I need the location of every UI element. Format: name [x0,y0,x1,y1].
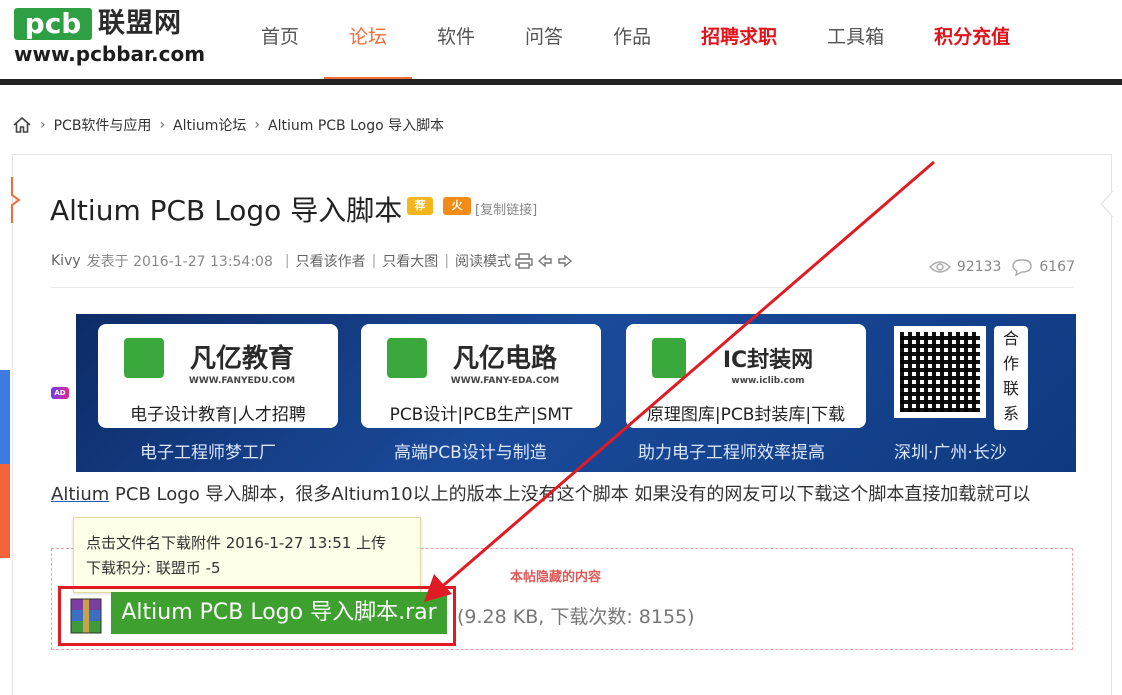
nav-recharge[interactable]: 积分充值 [909,0,1035,80]
home-icon[interactable] [12,115,32,135]
tooltip-line-2: 下载积分: 联盟币 -5 [86,559,221,577]
ad-caption: 电子工程师梦工厂 [140,443,276,463]
ad-caption: 深圳·广州·长沙 [894,443,1007,463]
post-card: Altium PCB Logo 导入脚本 荐 火 [复制链接] Kivy 发表于… [11,154,1113,695]
reply-count: 6167 [1039,259,1075,275]
attachment-tooltip: 点击文件名下载附件 2016-1-27 13:51 上传 下载积分: 联盟币 -… [73,517,421,593]
recommend-badge: 荐 [407,197,433,215]
nav-toolbox[interactable]: 工具箱 [802,0,909,80]
next-thread-icon[interactable] [557,253,573,269]
ad-sub: PCB设计|PCB生产|SMT [389,405,573,425]
side-tab-orange[interactable] [0,464,10,558]
copy-link[interactable]: [复制链接] [475,199,537,218]
nav-jobs[interactable]: 招聘求职 [676,0,802,80]
post-stats: 92133 6167 [928,258,1075,276]
post-date: 发表于 2016-1-27 13:54:08 [86,254,273,270]
prev-thread-icon[interactable] [537,253,553,269]
comment-icon [1012,259,1033,276]
separator: | [284,253,290,269]
ad-caption: 助力电子工程师效率提高 [638,443,825,463]
ad-sub: 电子设计教育|人才招聘 [130,405,306,425]
contact-label: 合 作 联 系 [994,326,1028,430]
ad-domain: www.iclib.com [731,376,805,386]
logo-mark: pcb [14,8,92,40]
ad-banner[interactable]: 凡亿教育 WWW.FANYEDU.COM 电子设计教育|人才招聘 电子工程师梦工… [76,314,1076,472]
side-tab-blue[interactable] [0,370,10,464]
header-divider [0,79,1122,85]
print-icon[interactable] [515,253,533,269]
chevron-right-icon: › [40,117,46,133]
nav-qa[interactable]: 问答 [500,0,588,80]
hot-badge: 火 [443,197,471,215]
hidden-content-label: 本帖隐藏的内容 [510,570,602,585]
ad-brand: 凡亿电路 [452,344,557,374]
contact-char: 作 [1002,354,1019,373]
post-title: Altium PCB Logo 导入脚本 [50,194,403,227]
main-nav: 首页 论坛 软件 问答 作品 招聘求职 工具箱 积分充值 [236,0,1035,80]
qr-code [894,326,986,418]
breadcrumb-item[interactable]: Altium PCB Logo 导入脚本 [268,115,444,135]
site-logo[interactable]: pcb 联盟网 www.pcbbar.com [14,8,206,68]
ad-brand: 凡亿教育 [189,344,294,374]
breadcrumb-item[interactable]: PCB软件与应用 [54,115,152,135]
only-big-image-link[interactable]: 只看大图 [382,251,438,271]
ad-tag: AD [51,387,69,399]
card-notch-right [1100,191,1113,217]
logo-url: www.pcbbar.com [14,42,206,66]
tooltip-line-1: 点击文件名下载附件 2016-1-27 13:51 上传 [86,534,387,552]
attachment-info: (9.28 KB, 下载次数: 8155) [457,606,695,628]
altium-keyword-link[interactable]: Altium [51,484,109,505]
ad-box-fanyedu[interactable]: 凡亿教育 WWW.FANYEDU.COM 电子设计教育|人才招聘 [98,324,338,428]
card-notch-left [11,177,21,223]
meta-divider [51,287,1073,288]
breadcrumb-item[interactable]: Altium论坛 [173,115,246,135]
ad-brand: IC封装网 [722,348,814,373]
ad-domain: WWW.FANYEDU.COM [188,376,296,386]
annotation-highlight-box [58,586,456,646]
contact-char: 合 [1002,329,1019,348]
ad-box-iclib[interactable]: IC封装网 www.iclib.com 原理图库|PCB封装库|下载 [626,324,866,428]
ad-sub: 原理图库|PCB封装库|下载 [646,405,846,425]
site-header: pcb 联盟网 www.pcbbar.com 首页 论坛 软件 问答 作品 招聘… [0,0,1122,85]
read-mode-link[interactable]: 阅读模式 [455,251,511,271]
chevron-right-icon: › [159,117,166,133]
view-count: 92133 [956,259,1002,275]
contact-char: 系 [1002,404,1019,423]
breadcrumb: › PCB软件与应用 › Altium论坛 › Altium PCB Logo … [12,113,444,137]
nav-works[interactable]: 作品 [588,0,676,80]
nav-home[interactable]: 首页 [236,0,324,80]
chevron-right-icon: › [254,117,261,133]
ad-caption: 高端PCB设计与制造 [394,443,547,463]
separator: | [444,253,450,269]
nav-software[interactable]: 软件 [412,0,500,80]
author-link[interactable]: Kivy [51,253,81,269]
nav-forum[interactable]: 论坛 [324,0,413,80]
post-body-text: PCB Logo 导入脚本，很多Altium10以上的版本上没有这个脚本 如果没… [109,484,1031,505]
contact-char: 联 [1002,379,1019,398]
post-body: Altium PCB Logo 导入脚本，很多Altium10以上的版本上没有这… [51,481,1071,509]
eye-icon [928,261,951,273]
separator: | [371,253,377,269]
ad-domain: WWW.FANY-EDA.COM [450,376,560,386]
only-author-link[interactable]: 只看该作者 [296,251,366,271]
post-meta: Kivy 发表于 2016-1-27 13:54:08 | 只看该作者 | 只看… [51,251,573,271]
logo-name: 联盟网 [98,8,182,39]
ad-box-fanyeda[interactable]: 凡亿电路 WWW.FANY-EDA.COM PCB设计|PCB生产|SMT [361,324,601,428]
